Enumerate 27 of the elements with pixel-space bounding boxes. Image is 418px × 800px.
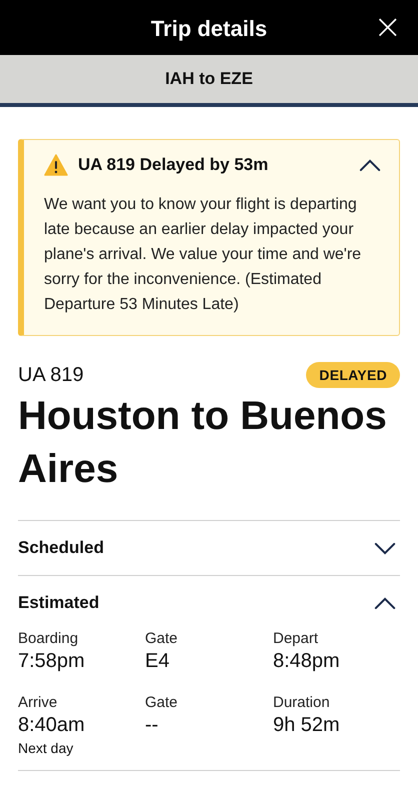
close-button[interactable]: × xyxy=(370,10,406,44)
route-label: IAH to EZE xyxy=(165,69,253,89)
field-value: 8:40am xyxy=(18,713,86,738)
chevron-icon[interactable] xyxy=(359,158,381,172)
field-value: E4 xyxy=(145,649,170,674)
window-title: Trip details xyxy=(150,14,268,42)
chevron-icon[interactable] xyxy=(374,542,396,554)
flight-number: UA 819 xyxy=(18,364,84,386)
alert-title: UA 819 Delayed by 53m xyxy=(78,155,270,175)
field-label: Boarding xyxy=(18,630,80,648)
field-value: 8:48pm xyxy=(273,649,341,674)
flight-route-title: Houston to Buenos Aires xyxy=(18,393,388,493)
warning-icon xyxy=(44,154,68,176)
chevron-icon[interactable] xyxy=(374,596,396,610)
status-badge: DELAYED xyxy=(306,362,400,388)
field-note: Next day xyxy=(18,739,74,758)
field-label: Gate xyxy=(145,630,179,648)
field-value: 7:58pm xyxy=(18,649,86,674)
field-value: 9h 52m xyxy=(273,713,341,738)
section-header[interactable]: Estimated xyxy=(18,576,400,630)
field-label: Arrive xyxy=(18,694,58,712)
field-label: Depart xyxy=(273,630,320,648)
field-label: Gate xyxy=(145,694,179,712)
section-header[interactable]: Scheduled xyxy=(18,521,400,575)
field-label: Duration xyxy=(273,694,331,712)
field-value: -- xyxy=(145,713,160,738)
alert-message: We want you to know your flight is departing late because an earlier delay impacted your plane's arrival. We value your time and we're sorry for the inconvenience. (Estimated Departure 53 Minutes Late) xyxy=(44,195,362,315)
